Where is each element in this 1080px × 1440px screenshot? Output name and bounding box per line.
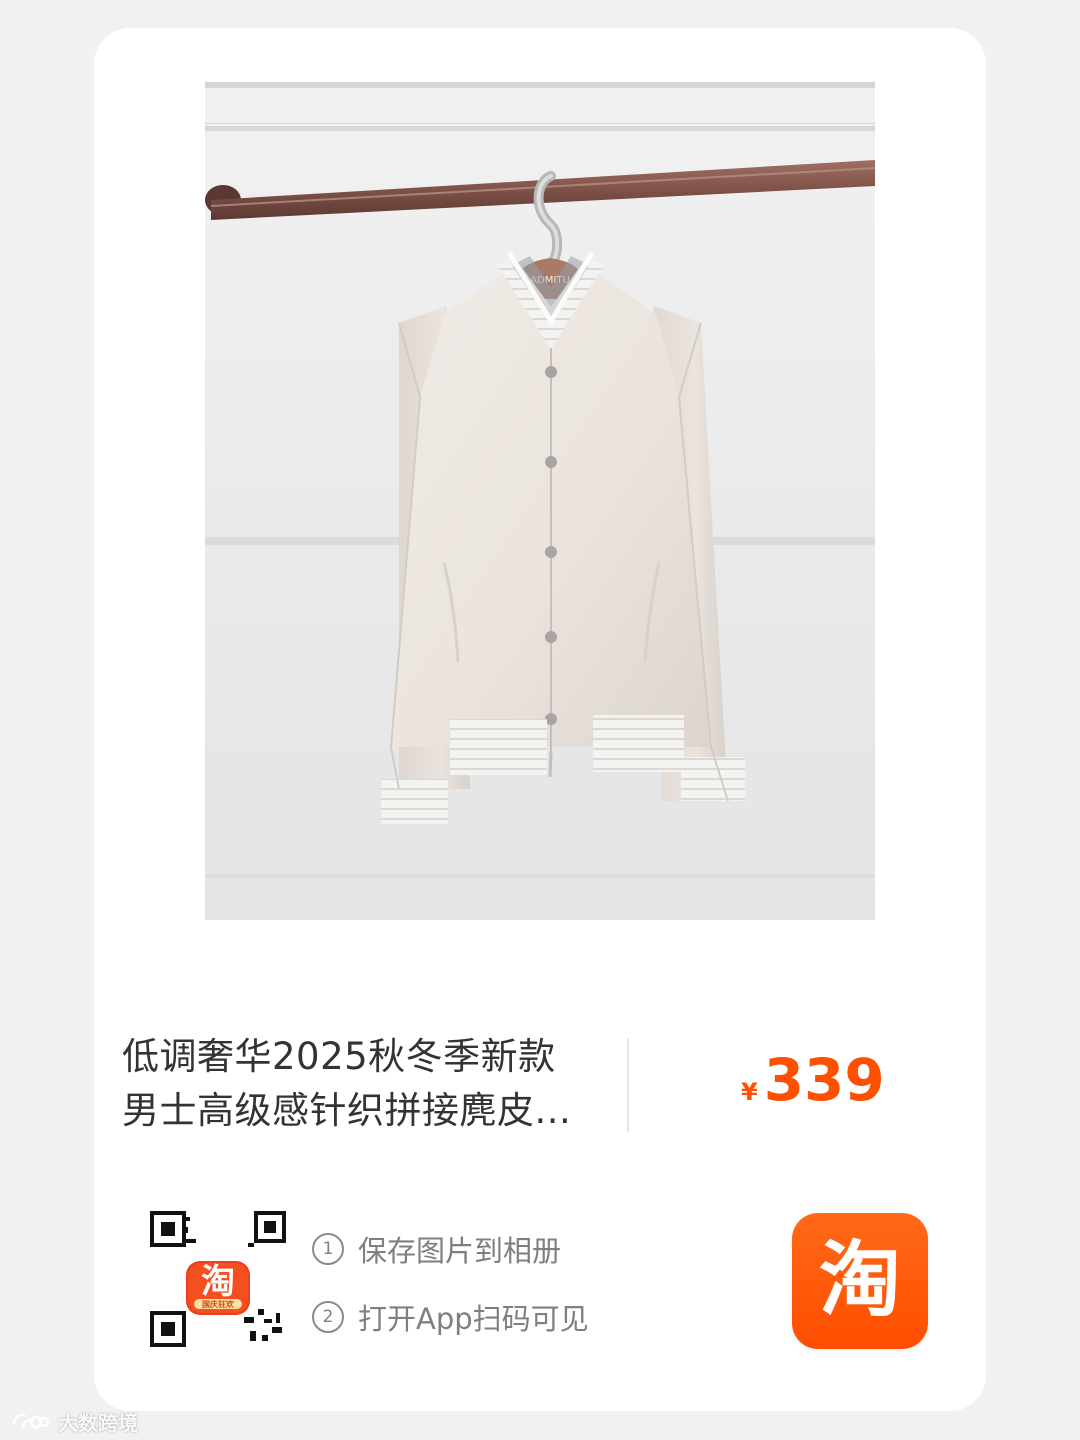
qr-code-icon: 淘 国庆狂欢 <box>150 1211 286 1347</box>
qr-badge-sublabel: 国庆狂欢 <box>202 1299 235 1309</box>
product-price: ¥ 339 <box>741 1051 885 1123</box>
scan-instructions: 1 保存图片到相册 2 打开App扫码可见 <box>312 1220 642 1346</box>
product-title-line-2: 男士高级感针织拼接麂皮... <box>122 1089 572 1132</box>
watermark-text: 大数跨境 <box>58 1411 138 1435</box>
jacket-photo-illustration: ADMITU <box>205 82 875 920</box>
watermark: 大数跨境 <box>10 1407 138 1436</box>
taobao-logo-icon: 淘 <box>818 1233 901 1328</box>
step-number-icon: 1 <box>312 1233 344 1265</box>
qr-badge-label: 淘 <box>201 1262 235 1302</box>
instruction-step-2: 2 打开App扫码可见 <box>312 1288 642 1346</box>
taobao-qr-code[interactable]: 淘 国庆狂欢 <box>146 1209 286 1349</box>
brand-mark-icon <box>12 1413 50 1428</box>
share-card: ADMITU 低调奢华2025秋冬季新款 男士高级感针织拼接麂皮... ¥ 33… <box>94 28 986 1411</box>
instruction-step-label: 打开App扫码可见 <box>358 1302 589 1336</box>
step-number-icon: 2 <box>312 1301 344 1333</box>
instruction-step-1: 1 保存图片到相册 <box>312 1220 642 1278</box>
product-title-line-1: 低调奢华2025秋冬季新款 <box>122 1035 556 1078</box>
currency-symbol: ¥ <box>741 1078 758 1106</box>
taobao-app-icon[interactable]: 淘 <box>792 1213 928 1349</box>
product-image: ADMITU <box>205 82 875 920</box>
title-price-divider <box>627 1038 629 1132</box>
instruction-step-label: 保存图片到相册 <box>358 1234 562 1268</box>
price-value: 339 <box>763 1046 885 1114</box>
product-title[interactable]: 低调奢华2025秋冬季新款 男士高级感针织拼接麂皮... <box>122 1030 607 1138</box>
